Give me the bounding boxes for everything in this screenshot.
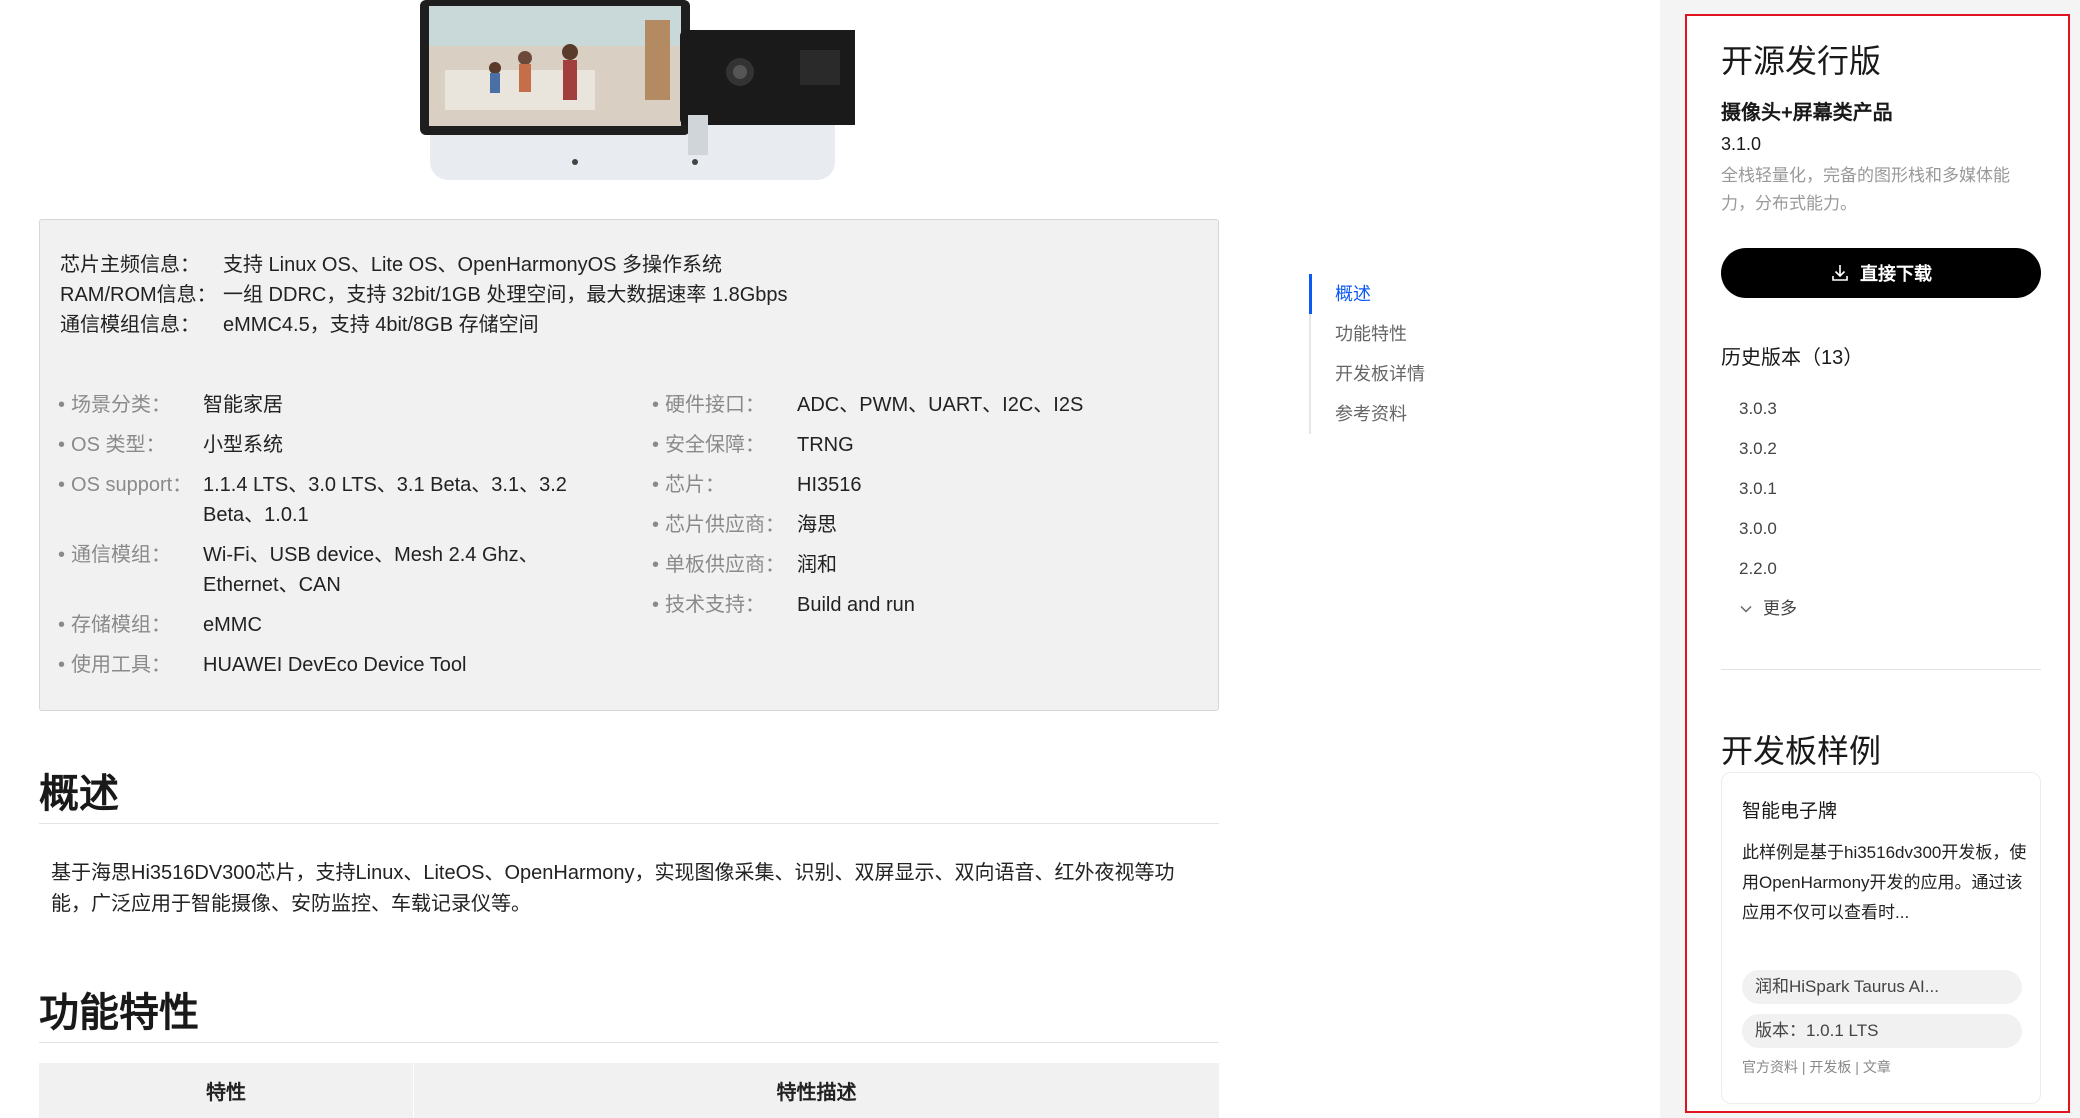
spec-value: TRNG (797, 434, 854, 456)
spec-key: OS 类型： (58, 430, 203, 460)
chip-info: 芯片主频信息： 支持 Linux OS、Lite OS、OpenHarmonyO… (60, 250, 788, 340)
sample-card-description: 此样例是基于hi3516dv300开发板，使用OpenHarmony开发的应用。… (1742, 843, 2027, 922)
release-product: 摄像头+屏幕类产品 (1721, 102, 1893, 124)
chip-row: 通信模组信息： eMMC4.5，支持 4bit/8GB 存储空间 (60, 310, 788, 340)
spec-row: 场景分类： 智能家居 (58, 390, 618, 420)
spec-key: 硬件接口： (652, 390, 797, 420)
history-item[interactable]: 3.0.0 (1739, 509, 1797, 549)
release-title: 开源发行版 (1721, 43, 1882, 79)
download-label: 直接下载 (1860, 264, 1932, 284)
version-tag: 版本：1.0.1 LTS (1742, 1014, 2022, 1048)
history-item[interactable]: 3.0.3 (1739, 389, 1797, 429)
more-button[interactable]: 更多 (1739, 589, 1797, 629)
chip-value: 一组 DDRC，支持 32bit/1GB 处理空间，最大数据速率 1.8Gbps (223, 284, 788, 306)
spec-value: HI3516 (797, 474, 862, 496)
spec-value: 海思 (797, 514, 837, 536)
overview-text: 基于海思Hi3516DV300芯片，支持Linux、LiteOS、OpenHar… (51, 862, 1175, 915)
spec-value: 小型系统 (203, 434, 283, 456)
chip-key: 通信模组信息： (60, 314, 200, 336)
spec-value: HUAWEI DevEco Device Tool (203, 654, 467, 676)
chip-key: 芯片主频信息： (60, 254, 200, 276)
spec-key: 单板供应商： (652, 550, 797, 580)
column-header-description: 特性描述 (776, 1082, 857, 1104)
spec-row: 芯片： HI3516 (652, 470, 1192, 500)
product-image (420, 0, 855, 180)
spec-key: 场景分类： (58, 390, 203, 420)
spec-value: 润和 (797, 554, 837, 576)
history-list: 3.0.3 3.0.2 3.0.1 3.0.0 2.2.0 更多 (1739, 389, 1797, 629)
spec-key: 安全保障： (652, 430, 797, 460)
spec-value: Wi-Fi、USB device、Mesh 2.4 Ghz、Ethernet、C… (203, 544, 539, 596)
spec-row: 通信模组： Wi-Fi、USB device、Mesh 2.4 Ghz、Ethe… (58, 540, 618, 600)
chip-row: RAM/ROM信息： 一组 DDRC，支持 32bit/1GB 处理空间，最大数… (60, 280, 788, 310)
column-header-feature: 特性 (39, 1063, 414, 1118)
page-anchor-nav: 概述 功能特性 开发板详情 参考资料 (1309, 274, 1425, 434)
sample-card-footer: 官方资料 | 开发板 | 文章 (1742, 1059, 1891, 1075)
spec-value: 1.1.4 LTS、3.0 LTS、3.1 Beta、3.1、3.2 Beta、… (203, 474, 567, 526)
more-label: 更多 (1763, 599, 1797, 618)
board-info-box: 芯片主频信息： 支持 Linux OS、Lite OS、OpenHarmonyO… (39, 219, 1219, 711)
anchor-overview[interactable]: 概述 (1309, 274, 1425, 314)
anchor-references[interactable]: 参考资料 (1311, 394, 1425, 434)
spec-key: 使用工具： (58, 650, 203, 680)
spec-value: eMMC (203, 614, 262, 636)
board-tag: 润和HiSpark Taurus AI... (1742, 970, 2022, 1004)
spec-list-right: 硬件接口： ADC、PWM、UART、I2C、I2S 安全保障： TRNG 芯片… (652, 390, 1192, 630)
features-table-header: 特性 特性描述 (39, 1063, 1219, 1118)
spec-key: 芯片： (652, 470, 797, 500)
spec-row: 单板供应商： 润和 (652, 550, 1192, 580)
spec-key: 通信模组： (58, 540, 203, 600)
divider (1721, 669, 2041, 670)
spec-row: OS 类型： 小型系统 (58, 430, 618, 460)
spec-row: 使用工具： HUAWEI DevEco Device Tool (58, 650, 618, 680)
history-title: 历史版本（13） (1721, 347, 1864, 369)
spec-key: OS support： (58, 470, 203, 530)
history-item[interactable]: 3.0.2 (1739, 429, 1797, 469)
release-description: 全栈轻量化，完备的图形栈和多媒体能力，分布式能力。 (1721, 166, 2010, 213)
sample-card[interactable]: 智能电子牌 此样例是基于hi3516dv300开发板，使用OpenHarmony… (1721, 772, 2041, 1104)
spec-row: OS support： 1.1.4 LTS、3.0 LTS、3.1 Beta、3… (58, 470, 618, 530)
spec-row: 硬件接口： ADC、PWM、UART、I2C、I2S (652, 390, 1192, 420)
spec-list-left: 场景分类： 智能家居 OS 类型： 小型系统 OS support： 1.1.4… (58, 390, 618, 690)
chip-key: RAM/ROM信息： (60, 284, 217, 306)
spec-row: 技术支持： Build and run (652, 590, 1192, 620)
spec-row: 存储模组： eMMC (58, 610, 618, 640)
chip-value: eMMC4.5，支持 4bit/8GB 存储空间 (223, 314, 539, 336)
history-item[interactable]: 3.0.1 (1739, 469, 1797, 509)
chip-value: 支持 Linux OS、Lite OS、OpenHarmonyOS 多操作系统 (223, 254, 723, 276)
anchor-board-details[interactable]: 开发板详情 (1311, 354, 1425, 394)
spec-row: 安全保障： TRNG (652, 430, 1192, 460)
chevron-down-icon (1740, 605, 1752, 613)
overview-title: 概述 (39, 772, 119, 816)
download-icon (1832, 265, 1848, 281)
divider (39, 1042, 1219, 1043)
download-button[interactable]: 直接下载 (1721, 248, 2041, 298)
spec-value: 智能家居 (203, 394, 283, 416)
sample-card-title: 智能电子牌 (1742, 801, 1838, 822)
spec-value: ADC、PWM、UART、I2C、I2S (797, 394, 1084, 416)
history-item[interactable]: 2.2.0 (1739, 549, 1797, 589)
chip-row: 芯片主频信息： 支持 Linux OS、Lite OS、OpenHarmonyO… (60, 250, 788, 280)
samples-title: 开发板样例 (1721, 733, 1882, 769)
spec-key: 芯片供应商： (652, 510, 797, 540)
spec-key: 存储模组： (58, 610, 203, 640)
release-panel: 开源发行版 摄像头+屏幕类产品 3.1.0 全栈轻量化，完备的图形栈和多媒体能力… (1685, 14, 2070, 1113)
anchor-features[interactable]: 功能特性 (1311, 314, 1425, 354)
spec-key: 技术支持： (652, 590, 797, 620)
spec-value: Build and run (797, 594, 915, 616)
divider (39, 823, 1219, 824)
features-title: 功能特性 (39, 991, 199, 1035)
release-version: 3.1.0 (1721, 134, 1762, 154)
spec-row: 芯片供应商： 海思 (652, 510, 1192, 540)
